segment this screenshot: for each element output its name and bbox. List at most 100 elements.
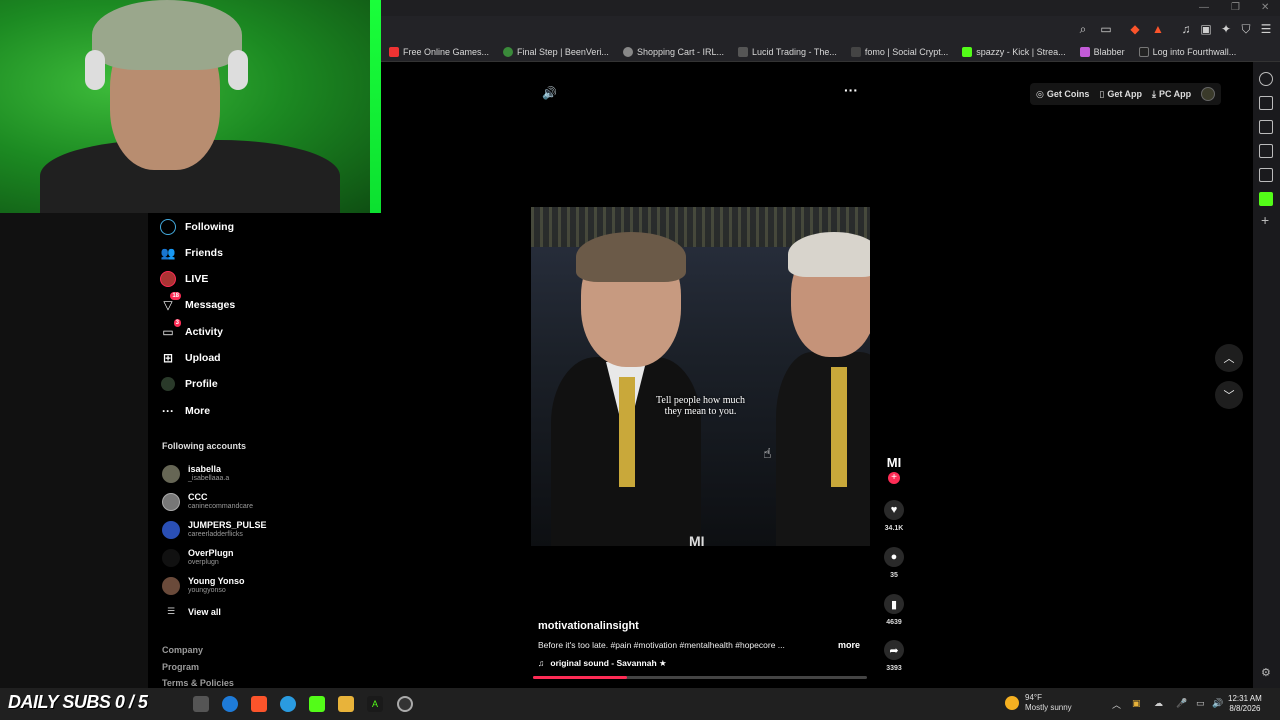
brave-rewards-icon[interactable]: ▲ (1149, 20, 1167, 38)
get-app-button[interactable]: ▯ Get App (1099, 89, 1142, 100)
leo-icon[interactable] (1259, 72, 1273, 86)
minimize-icon[interactable]: — (1199, 2, 1209, 13)
sidebar-item-label: LIVE (185, 273, 209, 285)
wallet-panel-icon[interactable] (1259, 120, 1273, 134)
footer-company-link[interactable]: Company (162, 645, 203, 655)
following-account-item[interactable]: Young Yonso youngyonso (162, 576, 245, 595)
sidebar-item-more[interactable]: ··· More (160, 403, 210, 419)
next-video-button[interactable]: ﹀ (1215, 381, 1243, 409)
avatar (162, 464, 180, 483)
terminal-icon[interactable]: A (367, 696, 383, 712)
wallet-icon[interactable]: ▣ (1197, 20, 1215, 38)
activity-icon: ▭ 3 (162, 319, 181, 339)
sun-icon (1005, 696, 1019, 710)
microphone-icon[interactable]: 🎤 (1176, 698, 1187, 709)
user-avatar[interactable] (1201, 87, 1216, 101)
following-account-item[interactable]: OverPlugn overplugn (162, 548, 234, 567)
like-button[interactable]: ♥ 34.1K (884, 500, 904, 532)
tabs-icon[interactable] (1259, 96, 1273, 110)
sidebar-item-upload[interactable]: ⊞ Upload (160, 350, 221, 366)
bookmark-label: Blabber (1093, 46, 1125, 57)
onedrive-icon[interactable]: ☁ (1154, 698, 1163, 709)
reading-list-icon[interactable] (1259, 168, 1273, 182)
like-count: 34.1K (884, 525, 904, 532)
pc-app-label: PC App (1158, 89, 1192, 99)
app-icon[interactable] (222, 696, 238, 712)
video-progress-bar[interactable] (533, 676, 867, 679)
account-name: Young Yonso (188, 576, 245, 586)
following-account-item[interactable]: JUMPERS_PULSE careerladderflicks (162, 520, 267, 539)
sidebar-item-friends[interactable]: 👥 Friends (160, 245, 223, 261)
account-name: JUMPERS_PULSE (188, 520, 267, 530)
share-button[interactable]: ➦ 3393 (884, 640, 904, 672)
comment-button[interactable]: ● 35 (884, 547, 904, 579)
video-sound[interactable]: ♫ original sound - Savannah ★ (538, 658, 667, 669)
weather-condition: Mostly sunny (1025, 703, 1072, 712)
search-icon[interactable]: ⌕ (1074, 20, 1092, 38)
more-options-icon[interactable]: ··· (844, 82, 858, 98)
settings-gear-icon[interactable]: ⚙ (1261, 666, 1271, 679)
video-author[interactable]: motivationalinsight (538, 620, 639, 632)
system-clock[interactable]: 12:31 AM 8/8/2026 (1228, 694, 1262, 714)
bookmark-favicon-icon (962, 46, 973, 57)
video-player[interactable]: Tell people how much they mean to you. M… (531, 207, 870, 546)
footer-program-link[interactable]: Program (162, 662, 199, 672)
network-icon[interactable]: ▭ (1196, 698, 1205, 709)
bookmark-item[interactable]: Lucid Trading - The... (737, 46, 837, 57)
live-icon (160, 271, 176, 287)
follow-plus-icon[interactable]: + (888, 472, 900, 484)
weather-widget[interactable]: 94°F Mostly sunny (1005, 693, 1072, 713)
get-coins-button[interactable]: ◎ Get Coins (1036, 89, 1089, 100)
task-view-icon[interactable] (193, 696, 209, 712)
bookmark-item[interactable]: Free Online Games... (389, 46, 489, 57)
bookmark-item[interactable]: fomo | Social Crypt... (850, 46, 948, 57)
obs-icon[interactable] (397, 696, 413, 712)
avatar (162, 492, 180, 511)
following-account-item[interactable]: CCC caninecommandcare (162, 492, 253, 511)
edge-icon[interactable] (280, 696, 296, 712)
save-button[interactable]: ▮ 4639 (884, 594, 904, 626)
bookmark-item[interactable]: spazzy - Kick | Strea... (962, 46, 1066, 57)
kick-icon[interactable] (1259, 192, 1273, 206)
kick-app-icon[interactable] (309, 696, 325, 712)
view-all-link[interactable]: ☰ View all (162, 606, 221, 617)
vpn-icon[interactable]: ⛉ (1237, 20, 1255, 38)
brave-icon[interactable] (251, 696, 267, 712)
upload-icon: ⊞ (162, 351, 174, 365)
menu-icon[interactable]: ☰ (1257, 20, 1275, 38)
sidebar-item-activity[interactable]: ▭ 3 Activity (160, 319, 223, 340)
bookmarks-panel-icon[interactable] (1259, 144, 1273, 158)
video-description: Before it's too late. #pain #motivation … (538, 640, 785, 650)
description-more-button[interactable]: more (838, 640, 860, 650)
previous-video-button[interactable]: ︿ (1215, 344, 1243, 372)
windows-taskbar: DAILY SUBS 0 / 5 A 94°F Mostly sunny ︿ ▣… (0, 688, 1280, 720)
chevron-up-icon: ︿ (1223, 353, 1235, 365)
bookmark-item[interactable]: Final Step | BeenVeri... (503, 46, 609, 57)
media-icon[interactable]: ♫ (1177, 20, 1195, 38)
sidebar-item-messages[interactable]: ▽ 18 Messages (160, 292, 235, 313)
file-explorer-icon[interactable] (338, 696, 354, 712)
restore-icon[interactable]: ❐ (1231, 2, 1240, 13)
sidebar-item-profile[interactable]: Profile (160, 376, 218, 392)
ai-icon[interactable]: ✦ (1217, 20, 1235, 38)
add-panel-icon[interactable]: + (1261, 212, 1269, 228)
close-icon[interactable]: ✕ (1261, 2, 1269, 13)
speaker-icon[interactable]: 🔊 (1212, 698, 1223, 709)
view-all-label: View all (188, 606, 221, 617)
footer-terms-link[interactable]: Terms & Policies (162, 678, 234, 688)
sidebar-item-live[interactable]: LIVE (160, 271, 208, 287)
video-caption: Tell people how much they mean to you. (531, 395, 870, 417)
creator-avatar[interactable]: MI + (884, 455, 904, 484)
brave-shield-icon[interactable]: ◆ (1126, 20, 1144, 38)
bookmark-item[interactable]: Log into Fourthwall... (1138, 46, 1236, 57)
cast-icon[interactable]: ▭ (1097, 20, 1115, 38)
bookmark-item[interactable]: Shopping Cart - IRL... (622, 46, 724, 57)
tray-app-icon[interactable]: ▣ (1132, 698, 1141, 709)
bookmark-item[interactable]: Blabber (1079, 46, 1125, 57)
sidebar-item-following[interactable]: Following (160, 219, 234, 235)
sidebar-item-label: Friends (185, 247, 223, 259)
pc-app-button[interactable]: ⤓ PC App (1152, 89, 1191, 100)
following-account-item[interactable]: isabella _isabellaaa.a (162, 464, 229, 483)
volume-icon[interactable]: 🔊 (542, 86, 557, 100)
tray-chevron-icon[interactable]: ︿ (1112, 698, 1121, 711)
